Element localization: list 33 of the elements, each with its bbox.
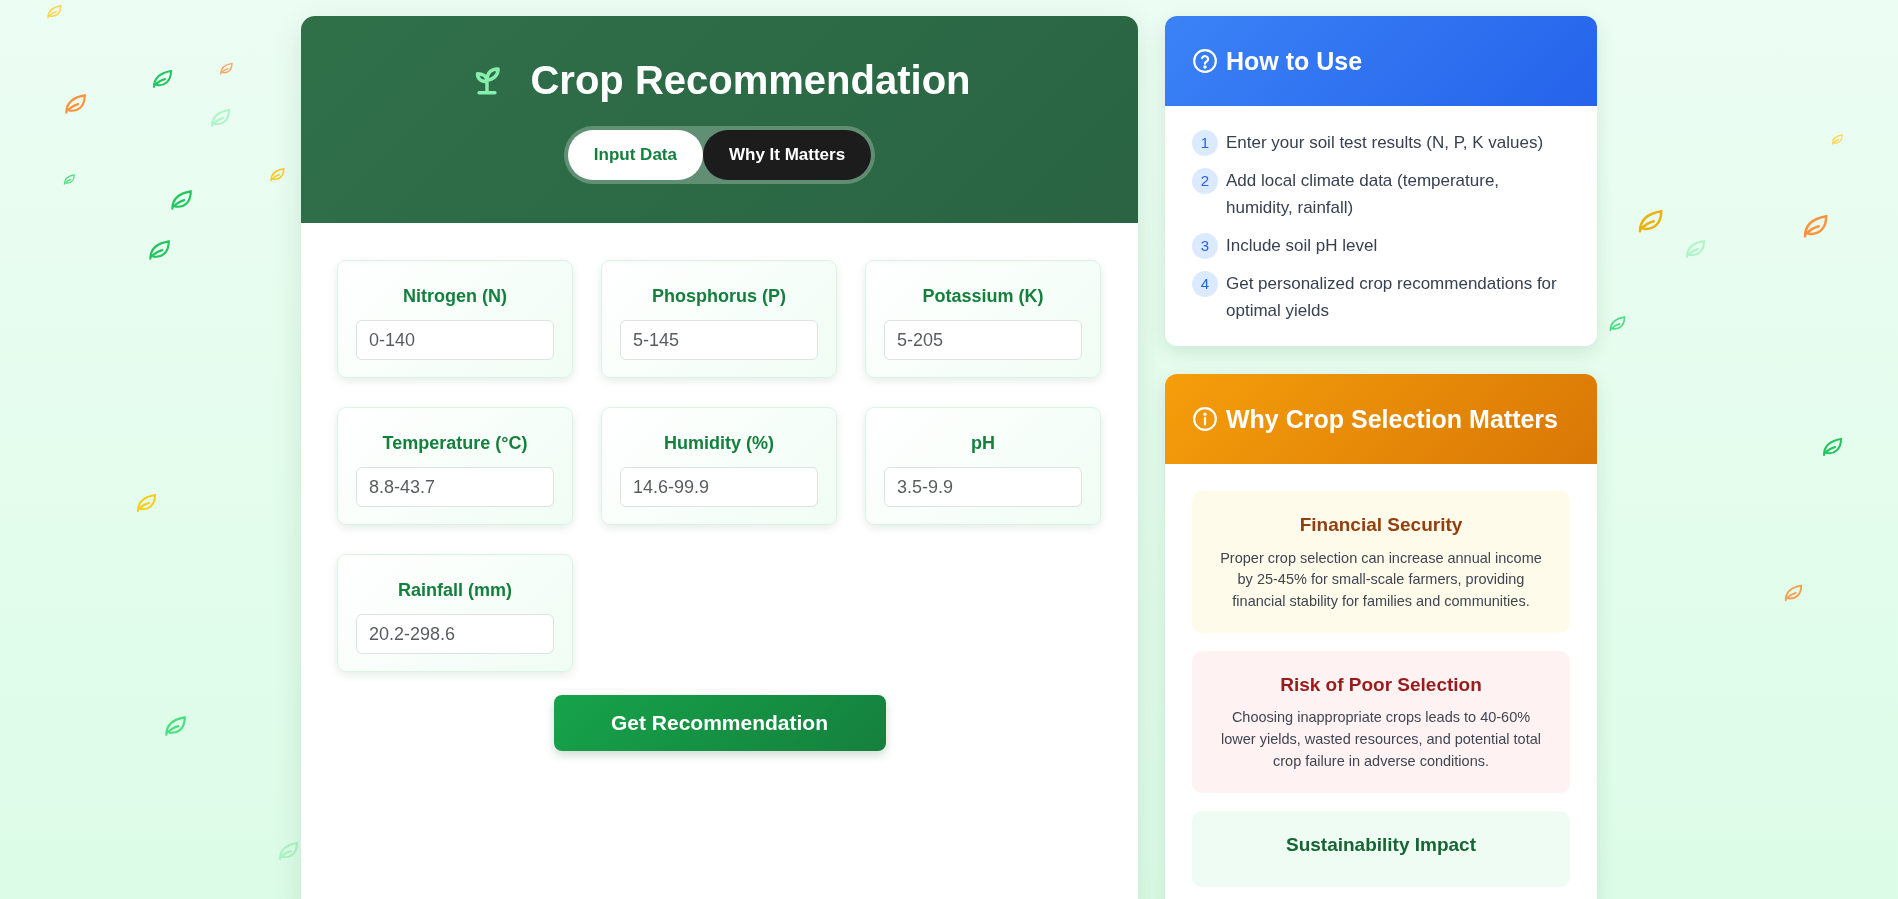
- tab[interactable]: Why It Matters: [702, 130, 872, 180]
- card-title: How to Use: [1226, 46, 1363, 76]
- panel-title: Financial Security: [1298, 513, 1464, 538]
- input-field[interactable]: 14.6-99.9: [620, 467, 818, 507]
- step-text: Add local climate data (temperature, humidity, rainfall): [1226, 170, 1501, 219]
- step-text: Enter your soil test results (N, P, K values): [1226, 132, 1544, 154]
- input-field[interactable]: 0-140: [356, 320, 554, 360]
- field-label: Phosphorus (P): [651, 285, 787, 308]
- field-label: Rainfall (mm): [397, 579, 513, 602]
- get-recommendation-button[interactable]: Get Recommendation: [553, 695, 886, 751]
- card-title: Why Crop Selection Matters: [1226, 404, 1558, 435]
- panel-text: Proper crop selection can increase annual income by 25-45% for small-scale farmers, providing financial stability for families and communities.: [1219, 548, 1543, 612]
- input-field[interactable]: 8.8-43.7: [356, 467, 554, 507]
- tab[interactable]: Input Data: [567, 130, 703, 180]
- field-label: pH: [970, 432, 996, 455]
- step-number: 1: [1192, 130, 1218, 156]
- step-number: 3: [1192, 233, 1218, 260]
- panel-text: Choosing inappropriate crops leads to 40-60% lower yields, wasted resources, and potential total crop failure in adverse conditions.: [1220, 708, 1542, 771]
- input-field[interactable]: 3.5-9.9: [884, 467, 1082, 507]
- step-text: Include soil pH level: [1226, 235, 1378, 258]
- input-field[interactable]: 20.2-298.6: [356, 614, 554, 654]
- input-field[interactable]: 5-205: [884, 320, 1082, 360]
- panel-title: Risk of Poor Selection: [1279, 672, 1483, 697]
- step-number: 4: [1192, 271, 1218, 298]
- input-field[interactable]: 5-145: [620, 320, 818, 360]
- page-title: Crop Recommendation: [530, 57, 971, 104]
- field-label: Nitrogen (N): [402, 285, 508, 308]
- field-label: Temperature (°C): [381, 432, 529, 455]
- panel-title: Sustainability Impact: [1284, 832, 1477, 857]
- step-text: Get personalized crop recommendations for optimal yields: [1226, 273, 1558, 322]
- field-label: Humidity (%): [663, 432, 775, 455]
- field-label: Potassium (K): [921, 285, 1045, 308]
- step-number: 2: [1192, 168, 1218, 195]
